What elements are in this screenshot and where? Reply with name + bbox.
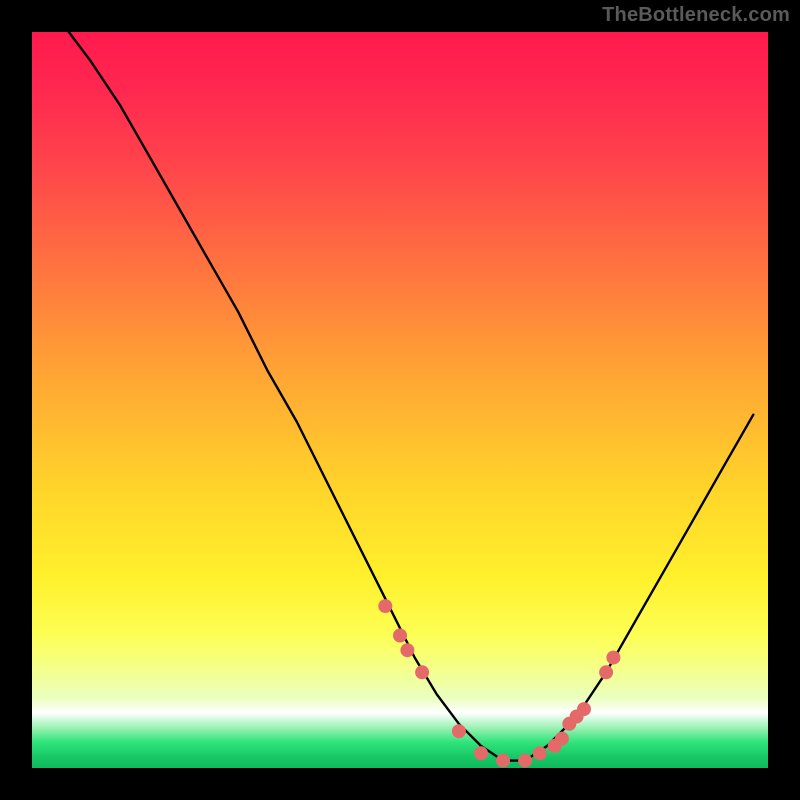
data-dot <box>378 599 392 613</box>
data-dot <box>415 665 429 679</box>
data-dot <box>518 754 532 768</box>
data-dot <box>393 629 407 643</box>
data-dot <box>555 732 569 746</box>
data-dot <box>599 665 613 679</box>
data-dot <box>606 651 620 665</box>
chart-stage: { "watermark": "TheBottleneck.com", "col… <box>0 0 800 800</box>
data-dot <box>474 746 488 760</box>
data-dot <box>496 754 510 768</box>
data-dot <box>577 702 591 716</box>
bottleneck-chart <box>0 0 800 800</box>
data-dot <box>452 724 466 738</box>
data-dot <box>533 746 547 760</box>
data-dot <box>400 643 414 657</box>
